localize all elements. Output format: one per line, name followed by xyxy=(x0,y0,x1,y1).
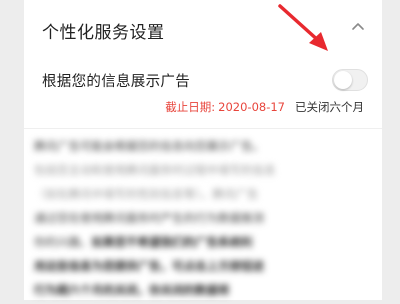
expiry-date: 2020-08-17 xyxy=(218,100,285,114)
divider xyxy=(24,128,382,129)
personalized-ads-row: 根据您的信息展示广告 xyxy=(24,62,382,98)
closed-status: 已关闭六个月 xyxy=(295,100,364,114)
expiry-label: 截止日期: xyxy=(165,100,216,114)
blurred-description: 腾讯广告可能会根据您的信息向您展示广告。 包括您主动和使用腾讯服务时过程中填写的… xyxy=(34,139,276,297)
section-title: 个性化服务设置 xyxy=(42,23,165,43)
personalized-ads-label: 根据您的信息展示广告 xyxy=(42,74,190,90)
settings-card: 个性化服务设置 根据您的信息展示广告 截止日期: 2020-08-17 已关闭六个月… xyxy=(24,0,382,300)
section-header[interactable]: 个性化服务设置 xyxy=(24,14,382,46)
personalized-ads-toggle[interactable] xyxy=(332,69,368,91)
toggle-knob xyxy=(334,71,352,89)
chevron-up-icon[interactable] xyxy=(348,16,368,36)
expiry-info: 截止日期: 2020-08-17 已关闭六个月 xyxy=(165,99,364,117)
